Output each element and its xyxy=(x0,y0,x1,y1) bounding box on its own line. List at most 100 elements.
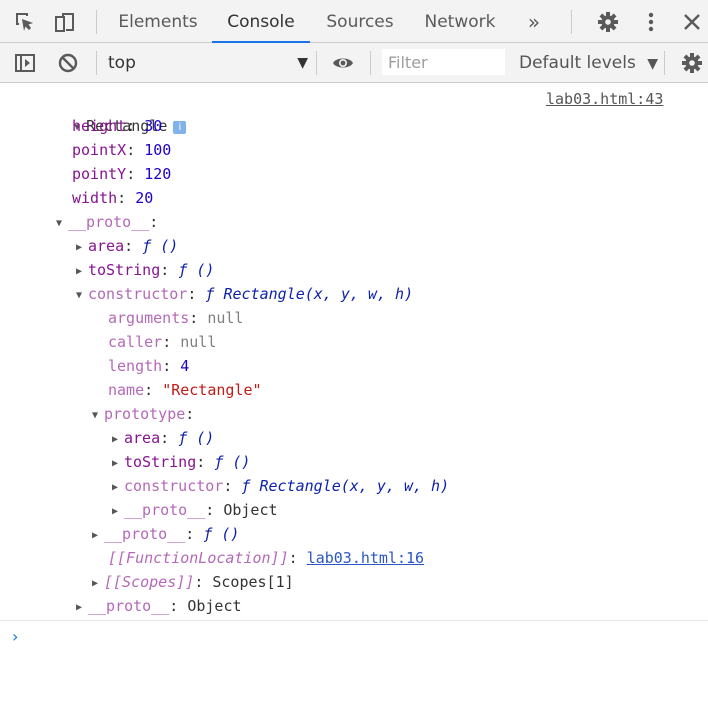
tab-elements[interactable]: Elements xyxy=(112,0,204,42)
property-value: 100 xyxy=(144,141,172,159)
tab-network[interactable]: Network xyxy=(414,0,506,42)
expand-arrow-icon[interactable]: ▶ xyxy=(76,596,88,620)
property-value: : xyxy=(144,381,163,399)
tree-row[interactable]: ▶ __proto__: Object xyxy=(112,498,278,522)
source-link[interactable]: lab03.html:43 xyxy=(546,90,663,108)
property-value: : xyxy=(162,333,181,351)
log-levels-label: Default levels xyxy=(519,53,636,73)
property-value: : Scopes[1] xyxy=(194,573,294,591)
property-value: : xyxy=(126,117,145,135)
tree-row[interactable]: ▼ prototype: xyxy=(92,402,194,426)
expand-arrow-icon[interactable]: ▶ xyxy=(92,572,104,596)
device-toggle-icon[interactable] xyxy=(54,11,76,33)
kebab-menu-icon[interactable] xyxy=(640,11,662,33)
tree-row[interactable]: ▶ toString: ƒ () xyxy=(112,450,250,474)
tree-row[interactable]: ▶ [[Scopes]]: Scopes[1] xyxy=(92,570,294,594)
property-key: __proto__ xyxy=(124,501,206,519)
tree-row: [[FunctionLocation]]: lab03.html:16 xyxy=(108,546,424,570)
source-link[interactable]: lab03.html:16 xyxy=(307,549,424,567)
tree-row[interactable]: ▼ constructor: ƒ Rectangle(x, y, w, h) xyxy=(76,282,413,306)
collapse-arrow-icon[interactable]: ▼ xyxy=(92,404,104,428)
property-value: : xyxy=(126,141,145,159)
property-value: : xyxy=(187,285,206,303)
separator xyxy=(96,10,97,34)
collapse-arrow-icon[interactable]: ▼ xyxy=(76,284,88,308)
tree-row[interactable]: ▶ area: ƒ () xyxy=(112,426,214,450)
property-key: [[FunctionLocation]] xyxy=(108,549,289,567)
property-key: constructor xyxy=(124,477,224,495)
more-tabs-button[interactable]: » xyxy=(516,0,552,42)
context-select[interactable]: top ▼ xyxy=(108,43,308,82)
tree-row[interactable]: ▶ area: ƒ () xyxy=(76,234,178,258)
context-value: top xyxy=(108,53,136,73)
console-settings-icon[interactable] xyxy=(681,52,703,74)
log-object-header[interactable]: ▼ Rectangle i xyxy=(38,90,187,135)
property-value: null xyxy=(207,309,244,327)
expand-arrow-icon[interactable]: ▶ xyxy=(112,452,124,476)
property-key: length xyxy=(108,357,163,375)
expand-arrow-icon[interactable]: ▶ xyxy=(112,428,124,452)
log-levels-dropdown[interactable]: Default levels ▼ xyxy=(519,43,658,82)
filter-input[interactable]: Filter xyxy=(382,49,505,75)
property-value: : xyxy=(160,429,179,447)
property-value: : xyxy=(288,549,307,567)
tree-row: caller: null xyxy=(108,330,216,354)
property-value: : xyxy=(185,525,204,543)
tab-console[interactable]: Console xyxy=(212,0,310,43)
console-prompt-area[interactable]: › xyxy=(0,620,708,715)
property-value: ƒ () xyxy=(178,261,215,279)
property-value: ƒ Rectangle(x, y, w, h) xyxy=(205,285,414,303)
property-key: [[Scopes]] xyxy=(104,573,195,591)
console-toolbar: top ▼ Filter Default levels ▼ xyxy=(0,43,708,83)
tree-row: pointX: 100 xyxy=(72,138,171,162)
property-key: constructor xyxy=(88,285,188,303)
eye-icon[interactable] xyxy=(332,52,354,74)
property-value: ƒ () xyxy=(203,525,240,543)
property-key: toString xyxy=(124,453,197,471)
tree-row: pointY: 120 xyxy=(72,162,171,186)
property-value: : xyxy=(223,477,242,495)
property-key: width xyxy=(72,189,118,207)
property-value: null xyxy=(180,333,217,351)
expand-arrow-icon[interactable]: ▶ xyxy=(92,524,104,548)
settings-icon[interactable] xyxy=(597,11,619,33)
expand-arrow-icon[interactable]: ▶ xyxy=(112,476,124,500)
close-icon[interactable] xyxy=(681,11,703,33)
property-key: __proto__ xyxy=(88,597,170,615)
property-value: : xyxy=(126,165,145,183)
tree-row[interactable]: ▼ __proto__: xyxy=(56,210,158,234)
console-output: ▼ Rectangle i lab03.html:43 height: 30 poin… xyxy=(0,83,708,620)
tree-row[interactable]: ▶ __proto__: ƒ () xyxy=(92,522,239,546)
expand-arrow-icon[interactable]: ▶ xyxy=(112,500,124,524)
property-value: : xyxy=(149,213,159,231)
tree-row[interactable]: ▶ constructor: ƒ Rectangle(x, y, w, h) xyxy=(112,474,449,498)
tree-row: length: 4 xyxy=(108,354,189,378)
expand-arrow-icon[interactable]: ▶ xyxy=(76,260,88,284)
property-value: 30 xyxy=(144,117,163,135)
separator xyxy=(664,51,665,75)
tree-row: width: 20 xyxy=(72,186,153,210)
property-key: arguments xyxy=(108,309,190,327)
property-key: pointY xyxy=(72,165,127,183)
property-value: ƒ () xyxy=(178,429,215,447)
property-key: __proto__ xyxy=(68,213,150,231)
clear-icon[interactable] xyxy=(57,52,79,74)
collapse-arrow-icon[interactable]: ▼ xyxy=(56,212,68,236)
separator xyxy=(96,51,97,75)
sidebar-toggle-icon[interactable] xyxy=(14,52,36,74)
tab-sources[interactable]: Sources xyxy=(318,0,402,42)
inspect-icon[interactable] xyxy=(14,11,36,33)
tree-row[interactable]: ▶ __proto__: Object xyxy=(76,594,242,618)
separator xyxy=(316,51,317,75)
property-key: caller xyxy=(108,333,163,351)
property-value: ƒ () xyxy=(142,237,179,255)
property-key: pointX xyxy=(72,141,127,159)
property-key: area xyxy=(88,237,125,255)
tree-row[interactable]: ▶ toString: ƒ () xyxy=(76,258,214,282)
property-value: : xyxy=(117,189,136,207)
property-value: 120 xyxy=(144,165,172,183)
expand-arrow-icon[interactable]: ▶ xyxy=(76,236,88,260)
property-value: : xyxy=(124,237,143,255)
separator xyxy=(370,51,371,75)
info-icon[interactable]: i xyxy=(173,121,187,134)
